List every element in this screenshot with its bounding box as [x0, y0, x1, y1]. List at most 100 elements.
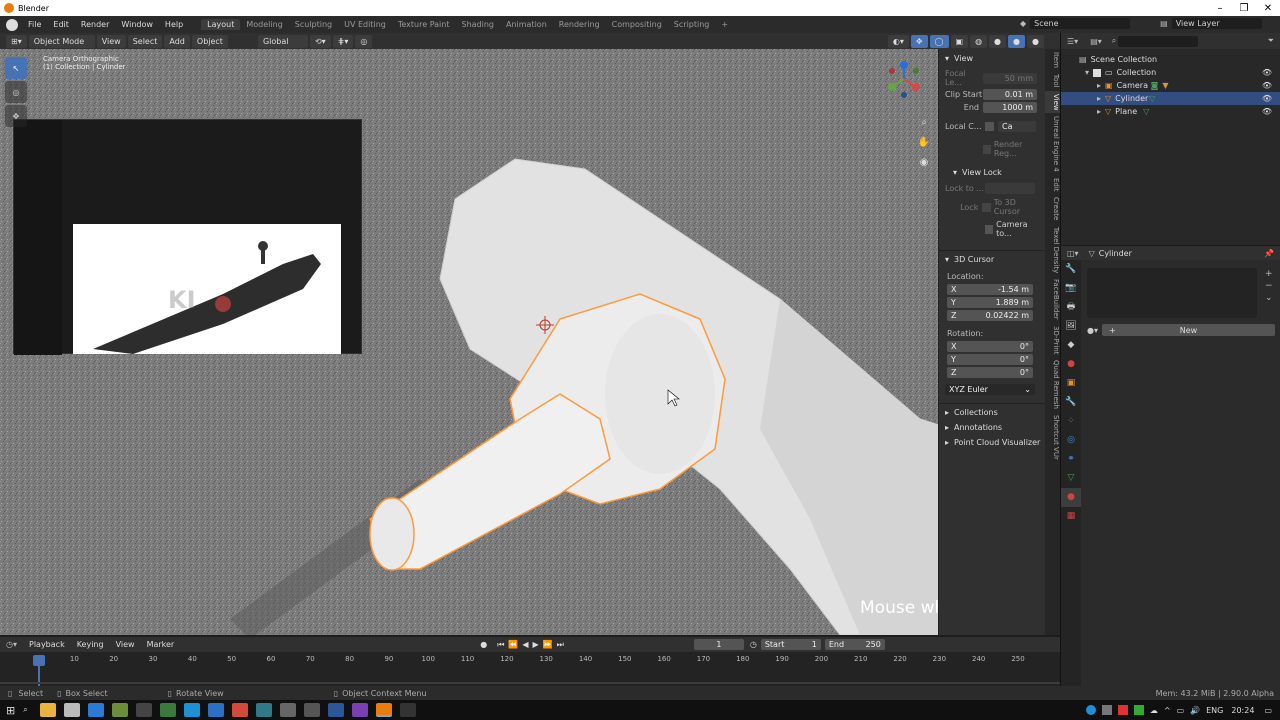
tab-shading[interactable]: Shading [455, 19, 500, 30]
properties-editor-icon[interactable]: ◫▾ [1067, 249, 1079, 258]
tray-chevron-icon[interactable]: ^ [1164, 706, 1171, 715]
calculator-icon[interactable] [303, 703, 320, 717]
tab-layout[interactable]: Layout [201, 19, 241, 30]
proportional-edit-icon[interactable]: ◎ [355, 34, 373, 48]
current-frame-field[interactable]: 1 [693, 639, 744, 650]
clip-end-field[interactable]: 1000 m [983, 102, 1037, 113]
tray-cloud-icon[interactable]: ☁ [1150, 706, 1158, 715]
tray-skype-icon[interactable] [1085, 705, 1096, 715]
jump-key-forward-icon[interactable]: ⏩ [543, 640, 553, 649]
auto-key-icon[interactable]: ● [480, 640, 487, 649]
select-tool-icon[interactable]: ↖ [5, 57, 27, 79]
output-props-icon[interactable]: 🖶 [1061, 298, 1081, 317]
camera-view-icon[interactable]: ◉ [917, 153, 931, 173]
play-reverse-icon[interactable]: ◀ [522, 640, 528, 649]
tab-facebuilder[interactable]: FaceBuilder [1045, 276, 1060, 323]
tab-edit[interactable]: Edit [1045, 175, 1060, 195]
end-frame-field[interactable]: End 250 [824, 639, 885, 650]
tool-props-icon[interactable]: 🔧 [1061, 260, 1081, 279]
point-cloud-section[interactable]: Point Cloud Visualizer [954, 438, 1040, 447]
remove-slot-icon[interactable]: − [1265, 280, 1273, 292]
blender-taskbar-icon[interactable] [375, 703, 392, 717]
menu-marker[interactable]: Marker [141, 640, 181, 649]
navigation-gizmo[interactable] [884, 59, 924, 107]
material-slot-list[interactable] [1087, 268, 1257, 318]
constraints-props-icon[interactable]: ⚭ [1061, 450, 1081, 469]
pin-icon[interactable]: 📌 [1264, 249, 1274, 258]
new-material-button[interactable]: + New [1102, 324, 1275, 336]
start-icon[interactable]: ⊞ [6, 704, 15, 717]
menu-playback[interactable]: Playback [23, 640, 71, 649]
tab-quad-remesh[interactable]: Quad Remesh [1045, 357, 1060, 412]
annotations-section[interactable]: Annotations [954, 423, 1002, 432]
word-icon[interactable] [327, 703, 344, 717]
lock-to-object-field[interactable] [985, 183, 1035, 194]
menu-select[interactable]: Select [127, 34, 163, 48]
clip-start-field[interactable]: 0.01 m [983, 89, 1037, 100]
outliner-item-camera[interactable]: ▸ ▣ Camera ◙ ▼ 👁 [1061, 79, 1280, 92]
sketchup-icon[interactable] [159, 703, 176, 717]
clock[interactable]: 20:24 [1231, 706, 1254, 715]
pivot-icon[interactable]: ⟲▾ [309, 34, 331, 48]
tab-item[interactable]: Item [1045, 49, 1060, 71]
add-slot-icon[interactable]: + [1265, 268, 1273, 280]
menu-render[interactable]: Render [75, 20, 115, 29]
material-shading-icon[interactable]: ● [1008, 34, 1026, 48]
rotation-x-field[interactable]: X 0° [947, 341, 1033, 352]
scene-props-icon[interactable]: ◆ [1061, 336, 1081, 355]
clock-app-icon[interactable] [399, 703, 416, 717]
solid-shading-icon[interactable]: ● [989, 34, 1007, 48]
menu-timeline-view[interactable]: View [110, 640, 141, 649]
tab-animation[interactable]: Animation [500, 19, 553, 30]
tab-sculpting[interactable]: Sculpting [289, 19, 338, 30]
playhead[interactable] [33, 655, 45, 666]
tab-texture-paint[interactable]: Texture Paint [392, 19, 456, 30]
tray-drive-icon[interactable] [1101, 705, 1112, 715]
mail-icon[interactable] [207, 703, 224, 717]
wireframe-shading-icon[interactable]: ◍ [970, 34, 988, 48]
eye-icon[interactable]: 👁 [1262, 81, 1272, 90]
edge-icon[interactable] [87, 703, 104, 717]
object-props-icon[interactable]: ▣ [1061, 374, 1081, 393]
move-tool-icon[interactable]: ✥ [5, 105, 27, 127]
pan-hand-icon[interactable]: ✋ [917, 133, 931, 153]
menu-add[interactable]: Add [164, 34, 190, 48]
preview-range-icon[interactable]: ◷ [750, 640, 757, 649]
slot-menu-icon[interactable]: ⌄ [1265, 292, 1273, 304]
eye-icon[interactable]: 👁 [1262, 68, 1272, 77]
material-browse-icon[interactable]: ●▾ [1087, 326, 1098, 335]
jump-end-icon[interactable]: ⏭ [557, 640, 564, 650]
data-props-icon[interactable]: ▽ [1061, 469, 1081, 488]
notifications-icon[interactable]: ▭ [1264, 706, 1272, 715]
obs-icon[interactable] [135, 703, 152, 717]
outliner-search-input[interactable] [1118, 35, 1199, 47]
3d-cursor-header[interactable]: 3D Cursor [954, 255, 994, 264]
tab-view[interactable]: View [1045, 90, 1060, 114]
visual-studio-icon[interactable] [351, 703, 368, 717]
filter-icon[interactable]: ⏷ [1268, 36, 1274, 46]
start-frame-field[interactable]: Start 1 [760, 639, 821, 650]
menu-file[interactable]: File [22, 20, 47, 29]
timeline-track[interactable]: 1102030405060708090100110120130140150160… [0, 652, 1060, 687]
rendered-shading-icon[interactable]: ● [1027, 34, 1044, 48]
lock-3d-cursor-checkbox[interactable] [982, 202, 991, 212]
tab-3d-print[interactable]: 3D-Print [1045, 323, 1060, 357]
menu-view[interactable]: View [96, 34, 126, 48]
transform-orientation-selector[interactable]: Global [257, 34, 308, 48]
volume-icon[interactable]: 🔊 [1190, 706, 1200, 715]
render-props-icon[interactable]: 📷 [1061, 279, 1081, 298]
outliner-editor-icon[interactable]: ☰▾ [1067, 37, 1078, 46]
physics-props-icon[interactable]: ◎ [1061, 431, 1081, 450]
location-x-field[interactable]: X -1.54 m [947, 284, 1033, 295]
play-icon[interactable]: ▶ [533, 640, 539, 649]
gizmo-icon[interactable]: ✥ [910, 34, 928, 48]
tab-shortcut-vur[interactable]: Shortcut VUr [1045, 412, 1060, 463]
local-camera-field[interactable]: Ca [998, 121, 1036, 132]
add-workspace-icon[interactable]: + [715, 19, 734, 30]
keyboard-icon[interactable] [279, 703, 296, 717]
blender-menu-icon[interactable] [6, 18, 18, 31]
rotation-z-field[interactable]: Z 0° [947, 367, 1033, 378]
tab-rendering[interactable]: Rendering [553, 19, 606, 30]
collections-section[interactable]: Collections [954, 408, 998, 417]
rotation-y-field[interactable]: Y 0° [947, 354, 1033, 365]
